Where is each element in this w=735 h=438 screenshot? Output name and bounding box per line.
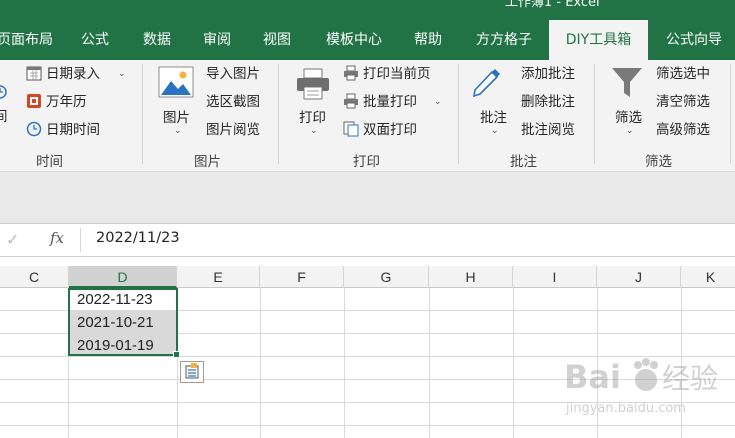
chevron-down-icon[interactable]: ⌄ [118, 69, 126, 79]
selection-range [68, 288, 178, 356]
clear-filter-button[interactable]: 清空筛选 [656, 91, 710, 113]
chevron-down-icon[interactable]: ⌄ [310, 126, 318, 136]
watermark-brand-cn: 经验 [662, 362, 718, 395]
comment-pen-icon [472, 69, 500, 98]
column-header-c[interactable]: C [0, 266, 69, 288]
title-bar: 工作簿1 - Excel [0, 0, 735, 20]
group-label-filter: 筛选 [645, 154, 672, 170]
import-picture-button[interactable]: 导入图片 [206, 63, 260, 85]
ribbon: 间 日期录入 ⌄ 万年历 日期时间 时间 图片 ⌄ 导入图片 选区截图 图片阅览… [0, 60, 735, 172]
window-title: 工作簿1 - Excel [505, 0, 600, 10]
column-header-g[interactable]: G [344, 266, 429, 288]
grid-top-gap [0, 258, 735, 266]
picture-icon [158, 66, 194, 98]
duplex-print-icon [343, 121, 359, 137]
quick-analysis-icon [185, 363, 199, 379]
column-header-k[interactable]: K [681, 266, 735, 288]
date-entry-button[interactable]: 日期录入 [46, 63, 100, 85]
print-current-page-button[interactable]: 打印当前页 [363, 63, 431, 85]
time-button-partial-label[interactable]: 间 [0, 105, 8, 125]
datetime-clock-icon [26, 121, 42, 137]
tab-ffcell[interactable]: 方方格子 [466, 20, 542, 60]
column-header-f[interactable]: F [260, 266, 344, 288]
date-time-button[interactable]: 日期时间 [46, 119, 100, 141]
duplex-print-button[interactable]: 双面打印 [363, 119, 417, 141]
chevron-down-icon[interactable]: ⌄ [491, 126, 499, 136]
picture-button[interactable]: 图片 [163, 106, 190, 126]
group-label-time: 时间 [36, 154, 63, 170]
filter-selected-button[interactable]: 筛选选中 [656, 63, 710, 85]
group-separator [594, 64, 595, 164]
perpetual-calendar-icon [27, 94, 41, 108]
group-label-image: 图片 [194, 154, 221, 170]
group-label-print: 打印 [353, 154, 380, 170]
group-separator [458, 64, 459, 164]
printer-icon [297, 68, 329, 100]
watermark-brand: Bai [564, 358, 621, 396]
chevron-down-icon[interactable]: ⌄ [626, 126, 634, 136]
check-icon[interactable]: ✓ [6, 230, 19, 249]
watermark-url: jingyan.baidu.com [565, 401, 686, 416]
group-separator [142, 64, 143, 164]
tab-data[interactable]: 数据 [132, 20, 182, 60]
add-comment-button[interactable]: 添加批注 [521, 63, 575, 85]
comment-button[interactable]: 批注 [480, 106, 507, 126]
baidu-jingyan-watermark: Bai 经验 jingyan.baidu.com [564, 358, 718, 416]
ribbon-tab-bar: 页面布局 公式 数据 审阅 视图 模板中心 帮助 方方格子 DIY工具箱 公式向… [0, 20, 735, 60]
clock-icon [0, 85, 7, 99]
group-separator [278, 64, 279, 164]
paw-icon [634, 358, 658, 391]
comment-view-button[interactable]: 批注阅览 [521, 119, 575, 141]
tab-template-center[interactable]: 模板中心 [316, 20, 392, 60]
batch-print-button[interactable]: 批量打印 [363, 91, 417, 113]
group-label-comment: 批注 [510, 154, 537, 170]
batch-print-icon [344, 93, 358, 109]
tab-formulas[interactable]: 公式 [70, 20, 120, 60]
advanced-filter-button[interactable]: 高级筛选 [656, 119, 710, 141]
tab-formula-wizard[interactable]: 公式向导 [656, 20, 732, 60]
column-header-d[interactable]: D [69, 266, 177, 288]
area-screenshot-button[interactable]: 选区截图 [206, 91, 260, 113]
fx-icon[interactable]: fx [50, 229, 64, 247]
chevron-down-icon[interactable]: ⌄ [174, 126, 182, 136]
column-header-j[interactable]: J [597, 266, 681, 288]
column-header-h[interactable]: H [429, 266, 513, 288]
print-button[interactable]: 打印 [299, 106, 326, 126]
group-separator [730, 64, 731, 164]
filter-button[interactable]: 筛选 [615, 106, 642, 126]
tab-review[interactable]: 审阅 [192, 20, 242, 60]
delete-comment-button[interactable]: 删除批注 [521, 91, 575, 113]
fill-handle[interactable] [173, 351, 180, 358]
perpetual-calendar-button[interactable]: 万年历 [46, 91, 87, 113]
quick-analysis-button[interactable] [180, 361, 204, 383]
ribbon-spacer [0, 172, 735, 223]
column-header-e[interactable]: E [177, 266, 260, 288]
grid-line [0, 425, 735, 426]
tab-page-layout[interactable]: 页面布局 [0, 20, 56, 60]
column-header-i[interactable]: I [513, 266, 597, 288]
print-current-page-icon [344, 65, 358, 81]
formula-bar-separator [80, 228, 81, 252]
formula-bar: ✓ fx 2022/11/23 [0, 223, 735, 257]
calendar-entry-icon [26, 66, 42, 81]
tab-view[interactable]: 视图 [252, 20, 302, 60]
picture-view-button[interactable]: 图片阅览 [206, 119, 260, 141]
tab-help[interactable]: 帮助 [402, 20, 454, 60]
filter-funnel-icon [612, 68, 642, 97]
formula-input[interactable]: 2022/11/23 [96, 230, 180, 246]
tab-diy-toolbox[interactable]: DIY工具箱 [549, 20, 648, 60]
chevron-down-icon[interactable]: ⌄ [434, 97, 442, 107]
